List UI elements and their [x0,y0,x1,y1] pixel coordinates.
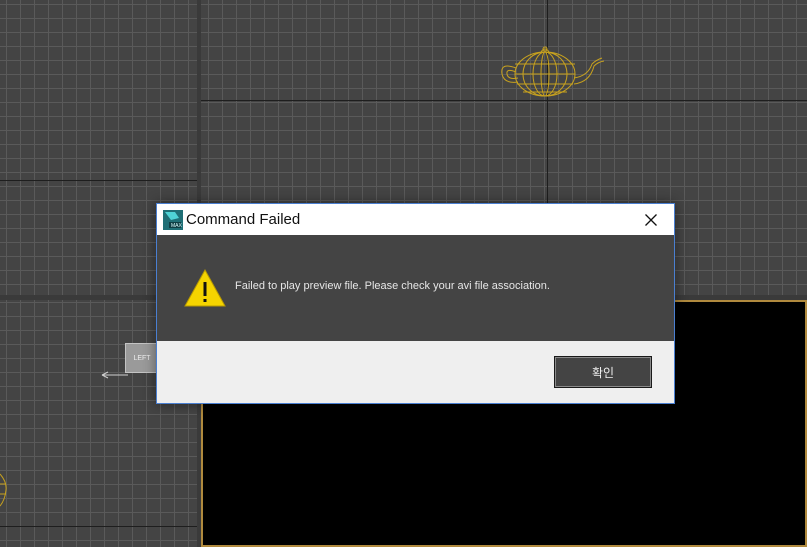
3ds-max-icon: MAX [163,210,183,230]
dialog-message: Failed to play preview file. Please chec… [235,280,550,292]
dialog-title: Command Failed [186,211,301,228]
teapot-wireframe[interactable] [496,44,606,102]
viewcube-label: LEFT [133,354,151,362]
teapot-wireframe-partial [0,473,7,507]
dialog-titlebar[interactable]: MAX Command Failed [157,204,674,235]
dialog-body: Failed to play preview file. Please chec… [157,235,674,341]
command-failed-dialog: MAX Command Failed Failed to play previe… [156,203,675,404]
axis-line-horizontal [0,180,197,181]
warning-icon [184,268,226,307]
close-icon [645,213,657,226]
svg-text:MAX: MAX [171,223,183,229]
viewcube-left[interactable]: LEFT [125,343,159,373]
close-button[interactable] [628,204,674,235]
ok-button[interactable]: 확인 [554,356,652,388]
axis-line-horizontal [0,526,197,527]
dialog-footer: 확인 [157,341,674,403]
